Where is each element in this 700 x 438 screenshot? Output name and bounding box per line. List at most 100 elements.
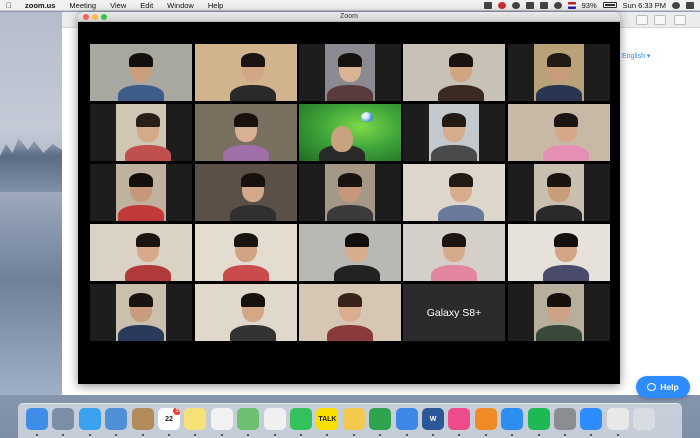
recording-status-icon[interactable]	[497, 1, 506, 9]
language-selector[interactable]: English ▾	[622, 52, 650, 60]
video-tile[interactable]	[195, 104, 297, 161]
participant-hair	[136, 233, 160, 247]
letterbox-bar	[403, 104, 429, 161]
chat-bubble-icon	[647, 383, 657, 391]
help-button[interactable]: Help	[636, 376, 690, 398]
input-source-icon[interactable]	[567, 1, 576, 9]
video-tile[interactable]	[195, 284, 297, 341]
notification-badge: 1	[173, 408, 180, 415]
participant-hair	[129, 173, 153, 187]
tabs-icon[interactable]	[654, 15, 666, 25]
video-tile[interactable]	[90, 164, 192, 221]
letterbox-bar	[508, 164, 534, 221]
video-tile[interactable]	[195, 164, 297, 221]
video-tile[interactable]	[508, 104, 610, 161]
participant-hair	[338, 173, 362, 187]
system-preferences-icon[interactable]	[554, 408, 576, 430]
bluetooth-status-icon[interactable]	[539, 1, 548, 9]
spotify-icon[interactable]	[527, 408, 550, 430]
wifi-status-icon[interactable]	[553, 1, 562, 9]
video-tile[interactable]	[403, 104, 505, 161]
stickies-icon[interactable]	[342, 408, 365, 430]
battery-icon[interactable]	[602, 2, 617, 8]
video-tile[interactable]	[90, 104, 192, 161]
finder-icon[interactable]	[26, 408, 48, 430]
video-tile[interactable]	[403, 224, 505, 281]
participant-body	[543, 145, 589, 161]
photos-icon[interactable]	[263, 408, 286, 430]
maps-icon[interactable]	[237, 408, 260, 430]
camera-status-icon[interactable]	[483, 1, 492, 9]
video-tile[interactable]	[299, 224, 401, 281]
participant-hair	[241, 293, 265, 307]
video-tile[interactable]	[508, 164, 610, 221]
search-icon[interactable]	[672, 1, 680, 9]
video-tile[interactable]	[299, 104, 401, 161]
calendar-icon[interactable]: 22 1	[158, 408, 180, 430]
menu-view[interactable]: View	[103, 1, 133, 10]
zoom-window: Zoom Galaxy S8+	[78, 12, 620, 384]
numbers-icon[interactable]	[369, 408, 392, 430]
keynote-icon[interactable]	[395, 408, 418, 430]
video-tile[interactable]	[403, 164, 505, 221]
menu-edit[interactable]: Edit	[133, 1, 160, 10]
share-icon[interactable]	[636, 15, 648, 25]
mail-icon[interactable]	[105, 408, 128, 430]
safari-icon[interactable]	[78, 408, 101, 430]
letterbox-bar	[479, 104, 505, 161]
app-store-icon[interactable]	[501, 408, 524, 430]
participant-hair	[449, 173, 473, 187]
itunes-icon[interactable]	[448, 408, 471, 430]
chat-status-icon[interactable]	[511, 1, 520, 9]
video-tile[interactable]	[195, 44, 297, 101]
word-icon[interactable]: W	[422, 408, 444, 430]
keyboard-status-icon[interactable]	[525, 1, 534, 9]
participant-hair	[554, 113, 578, 127]
participant-hair	[129, 53, 153, 67]
menu-app-name[interactable]: zoom.us	[18, 1, 62, 10]
desktop-wallpaper	[0, 12, 62, 395]
video-tile[interactable]	[195, 224, 297, 281]
video-tile[interactable]	[90, 44, 192, 101]
running-indicator	[88, 434, 91, 436]
menu-list-icon[interactable]	[686, 1, 694, 9]
chrome-icon[interactable]	[606, 408, 629, 430]
battery-percent[interactable]: 93%	[582, 1, 597, 10]
video-tile[interactable]	[403, 44, 505, 101]
menu-help[interactable]: Help	[201, 1, 230, 10]
books-icon[interactable]	[474, 408, 497, 430]
kakaotalk-icon[interactable]: TALK	[316, 408, 339, 430]
letterbox-bar	[508, 284, 534, 341]
participant-hair	[442, 113, 466, 127]
clock[interactable]: Sun 6:33 PM	[623, 1, 666, 10]
participant-body	[431, 145, 477, 161]
participant-body	[543, 265, 589, 281]
video-tile[interactable]	[508, 44, 610, 101]
trash-icon[interactable]	[633, 408, 656, 430]
launchpad-icon[interactable]	[52, 408, 75, 430]
notes-icon[interactable]	[184, 408, 207, 430]
participant-body	[118, 325, 164, 341]
video-tile[interactable]	[299, 164, 401, 221]
video-tile[interactable]	[90, 284, 192, 341]
menu-window[interactable]: Window	[160, 1, 201, 10]
video-tile[interactable]	[90, 224, 192, 281]
participant-hair	[234, 233, 258, 247]
video-tile[interactable]	[299, 284, 401, 341]
reminders-icon[interactable]	[210, 408, 233, 430]
apple-icon[interactable]: 	[0, 1, 18, 10]
letterbox-bar	[90, 104, 116, 161]
water-drop-image	[361, 112, 373, 122]
contacts-icon[interactable]	[131, 408, 154, 430]
plus-icon[interactable]	[674, 15, 686, 25]
video-tile[interactable]	[299, 44, 401, 101]
menu-meeting[interactable]: Meeting	[62, 1, 103, 10]
zoom-icon[interactable]	[580, 408, 603, 430]
video-tile[interactable]: Galaxy S8+	[403, 284, 505, 341]
letterbox-bar	[375, 164, 401, 221]
letterbox-bar	[584, 44, 610, 101]
video-tile[interactable]	[508, 224, 610, 281]
messages-icon[interactable]	[290, 408, 312, 430]
video-tile[interactable]	[508, 284, 610, 341]
participant-hair	[136, 113, 160, 127]
